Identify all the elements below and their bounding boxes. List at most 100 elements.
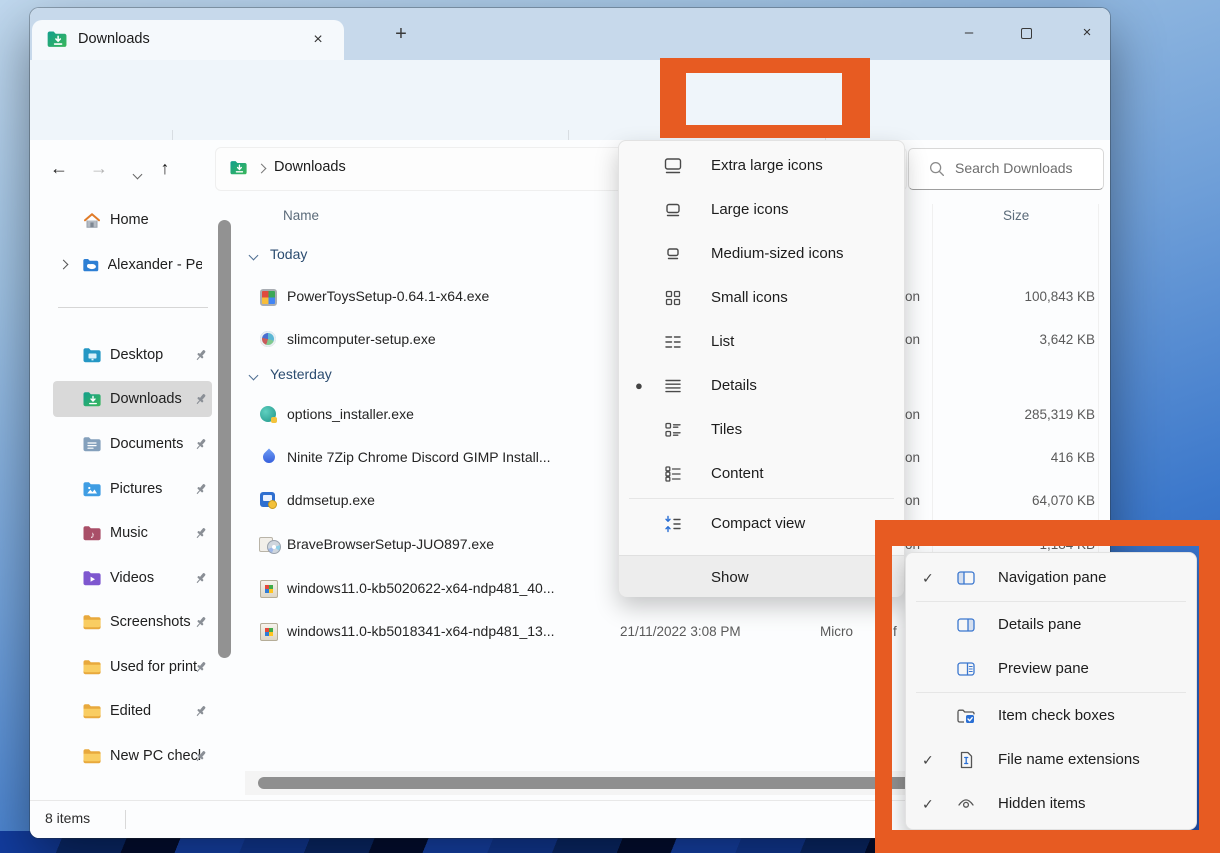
sidebar-item-used-for-print[interactable]: Used for print [82,649,202,685]
sidebar-item-desktop[interactable]: Desktop [82,337,202,373]
file-name: BraveBrowserSetup-JUO897.exe [287,536,494,552]
search-placeholder: Search Downloads [955,160,1073,176]
breadcrumb-item[interactable]: Downloads [274,159,346,175]
sidebar-item-label: Downloads [110,391,182,407]
tiles-view-icon [663,420,683,440]
menu-item-details[interactable]: ● Details [619,364,904,408]
command-bar: New A Sort View [30,60,1110,141]
sidebar-item-documents[interactable]: Documents [82,426,202,462]
group-label: Today [270,246,307,262]
sidebar-item-new-pc-checklist[interactable]: New PC checl [82,738,202,774]
expand-chevron-icon[interactable] [59,260,69,270]
menu-item-extra-large-icons[interactable]: Extra large icons [619,144,904,188]
sidebar-item-label: Screenshots [110,614,191,630]
sidebar-item-videos[interactable]: Videos [82,560,202,596]
desktop-folder-icon [82,346,102,364]
menu-item-large-icons[interactable]: Large icons [619,188,904,232]
home-icon [82,211,102,230]
status-divider [125,810,126,829]
sidebar-item-screenshots[interactable]: Screenshots [82,604,202,640]
file-size: 64,070 KB [925,493,1095,508]
videos-folder-icon [82,569,102,587]
menu-item-compact-view[interactable]: Compact view [619,502,904,546]
tab-downloads[interactable]: Downloads × [32,20,344,60]
windows-installer-icon [260,623,278,641]
content-view-icon [663,464,683,484]
collapse-chevron-icon[interactable] [249,371,259,381]
file-name: slimcomputer-setup.exe [287,331,436,347]
documents-folder-icon [82,435,102,453]
sidebar-scrollbar[interactable] [218,220,231,658]
minimize-button[interactable]: – [948,18,990,48]
up-button[interactable]: ↑ [150,153,180,183]
menu-item-medium-icons[interactable]: Medium-sized icons [619,232,904,276]
pin-icon [194,615,208,629]
collapse-chevron-icon[interactable] [249,251,259,261]
breadcrumb-chevron-icon [257,164,267,174]
maximize-button[interactable] [1005,18,1047,48]
sidebar-item-label: Edited [110,703,151,719]
sidebar-item-onedrive[interactable]: Alexander - Pers [82,247,202,283]
sidebar-item-downloads[interactable]: Downloads [82,381,202,417]
annotation-highlight-view-button [660,58,870,138]
column-header-size[interactable]: Size [1003,208,1029,223]
pin-icon [194,704,208,718]
extra-large-icons-icon [663,156,683,176]
file-date-modified: 21/11/2022 3:08 PM [620,624,741,639]
sidebar-item-label: Used for print [110,659,197,675]
ninite-drop-icon [261,449,278,466]
menu-item-label: Show [711,556,749,600]
file-size: 100,843 KB [925,289,1095,304]
group-header-yesterday[interactable]: Yesterday [245,363,645,389]
menu-item-list[interactable]: List [619,320,904,364]
folder-icon [82,702,102,720]
forward-button[interactable]: → [84,153,114,183]
file-name: Ninite 7Zip Chrome Discord GIMP Install.… [287,449,551,465]
installer-disc-icon [267,540,281,554]
sidebar-item-edited[interactable]: Edited [82,693,202,729]
pin-icon [194,526,208,540]
downloads-folder-icon [46,29,68,49]
back-button[interactable]: ← [44,153,74,183]
menu-item-content[interactable]: Content [619,452,904,496]
group-header-today[interactable]: Today [245,243,645,269]
close-button[interactable]: × [1066,18,1108,48]
search-icon [927,159,947,179]
selected-bullet-icon: ● [635,364,643,408]
folder-icon [82,613,102,631]
menu-item-show[interactable]: Show [619,555,904,597]
file-size: 416 KB [925,450,1095,465]
file-type-fragment: on [905,289,920,304]
svg-text:♪: ♪ [90,530,95,541]
powertoys-icon [260,289,277,306]
sidebar-item-label: Documents [110,436,183,452]
sidebar-divider [58,307,208,308]
recent-locations-button[interactable] [122,157,152,187]
column-header-name[interactable]: Name [283,208,319,223]
tab-close-icon[interactable]: × [304,27,332,53]
group-label: Yesterday [270,366,332,382]
pin-icon [194,571,208,585]
sidebar-item-music[interactable]: ♪ Music [82,515,202,551]
menu-item-label: List [711,320,734,364]
options-installer-icon [260,406,276,422]
sidebar-item-label: New PC checl [110,748,201,764]
menu-item-small-icons[interactable]: Small icons [619,276,904,320]
menu-item-label: Small icons [711,276,788,320]
file-type-fragment: on [905,332,920,347]
menu-item-label: Details [711,364,757,408]
menu-item-tiles[interactable]: Tiles [619,408,904,452]
ddm-setup-icon [260,492,275,507]
search-box[interactable]: Search Downloads [908,148,1104,190]
sidebar-item-label: Music [110,525,148,541]
pin-icon [194,437,208,451]
file-name: windows11.0-kb5018341-x64-ndp481_13... [287,623,555,639]
windows-installer-icon [260,580,278,598]
sidebar-item-home[interactable]: Home [82,202,202,238]
new-tab-button[interactable]: + [386,20,416,50]
file-name: PowerToysSetup-0.64.1-x64.exe [287,288,489,304]
sidebar-item-pictures[interactable]: Pictures [82,471,202,507]
sidebar-item-label: Videos [110,570,154,586]
menu-item-label: Tiles [711,408,742,452]
pin-icon [194,749,208,763]
